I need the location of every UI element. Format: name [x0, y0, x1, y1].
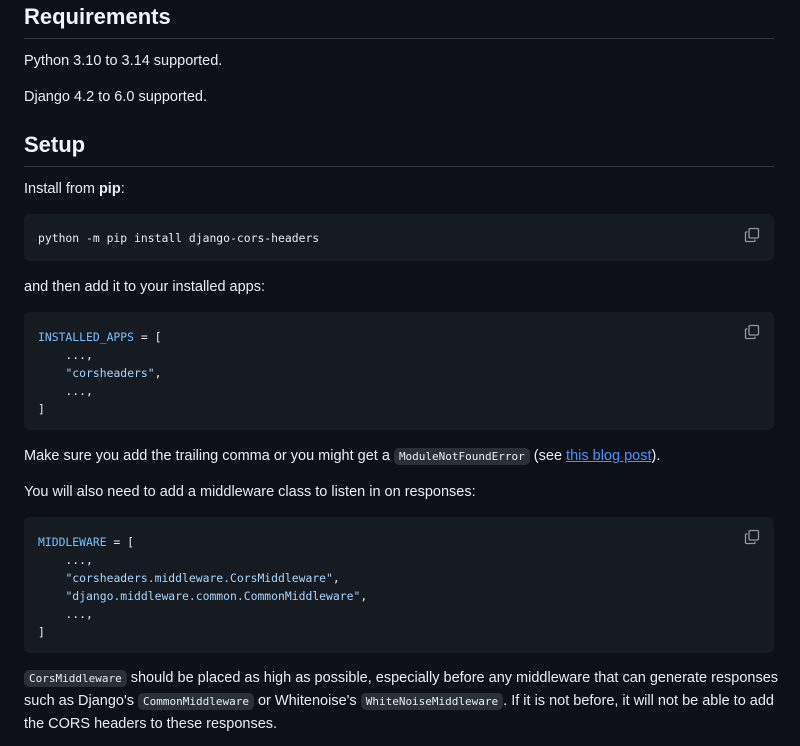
then-add-text: and then add it to your installed apps:: [24, 279, 266, 295]
copy-icon[interactable]: [744, 529, 760, 545]
code-string: "corsheaders.middleware.CorsMiddleware": [65, 571, 333, 585]
trailing-mid: (see: [529, 448, 567, 464]
code-punct: ,: [360, 589, 368, 603]
copy-icon[interactable]: [744, 227, 760, 243]
installed-apps-code: INSTALLED_APPS = [ ..., "corsheaders", .…: [38, 328, 760, 418]
code-line: ]: [38, 402, 45, 416]
code-line: ...,: [38, 607, 93, 621]
code-operator: = [: [134, 330, 162, 344]
code-variable: INSTALLED_APPS: [38, 330, 135, 344]
pip-command: python -m pip install django-cors-header…: [38, 231, 320, 245]
code-variable: MIDDLEWARE: [38, 535, 107, 549]
middleware-intro-text: You will also need to add a middleware c…: [24, 484, 476, 500]
inline-code-cors-middleware: CorsMiddleware: [24, 670, 127, 687]
code-line: ...,: [38, 553, 93, 567]
code-string: "corsheaders": [65, 366, 155, 380]
code-string: "django.middleware.common.CommonMiddlewa…: [65, 589, 361, 603]
copy-icon[interactable]: [744, 324, 760, 340]
pip-code-block: python -m pip install django-cors-header…: [24, 214, 774, 261]
readme-page: Requirements Python 3.10 to 3.14 support…: [0, 0, 800, 746]
inline-code-common-middleware: CommonMiddleware: [138, 693, 254, 710]
installed-apps-code-block: INSTALLED_APPS = [ ..., "corsheaders", .…: [24, 312, 774, 430]
code-line: ...,: [38, 384, 93, 398]
install-suffix: :: [120, 181, 125, 197]
setup-heading: Setup: [24, 132, 774, 167]
trailing-comma-text: Make sure you add the trailing comma or …: [24, 445, 774, 468]
code-line: ...,: [38, 348, 93, 362]
install-text: Install from pip:: [24, 178, 774, 200]
code-punct: ,: [154, 366, 162, 380]
install-bold: pip: [98, 181, 121, 197]
blog-post-link[interactable]: this blog post: [566, 448, 651, 464]
trailing-prefix: Make sure you add the trailing comma or …: [24, 448, 394, 464]
middleware-code-block: MIDDLEWARE = [ ..., "corsheaders.middlew…: [24, 517, 774, 653]
final-text-2: or Whitenoise's: [253, 693, 361, 709]
cors-placement-text: CorsMiddleware should be placed as high …: [24, 667, 780, 735]
python-support-text: Python 3.10 to 3.14 supported.: [24, 53, 223, 69]
middleware-code: MIDDLEWARE = [ ..., "corsheaders.middlew…: [38, 533, 760, 641]
code-punct: ,: [332, 571, 340, 585]
django-support-text: Django 4.2 to 6.0 supported.: [24, 89, 207, 105]
requirements-heading: Requirements: [24, 4, 774, 39]
code-operator: = [: [106, 535, 135, 549]
trailing-suffix: ).: [651, 448, 661, 464]
inline-code-whitenoise-middleware: WhiteNoiseMiddleware: [360, 693, 504, 710]
code-line: ]: [38, 625, 45, 639]
install-prefix: Install from: [24, 181, 99, 197]
inline-code-module-not-found: ModuleNotFoundError: [393, 448, 530, 465]
